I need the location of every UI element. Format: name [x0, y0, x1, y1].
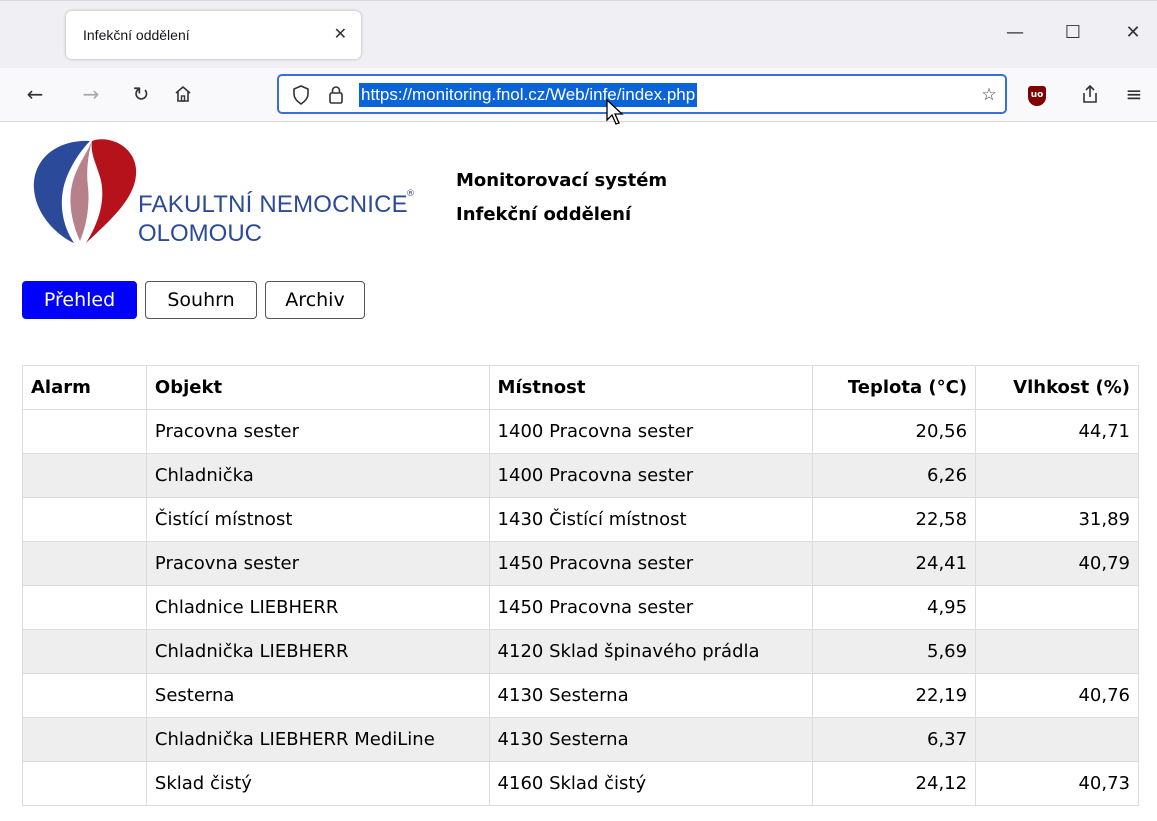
cell-temperature: 24,12	[812, 761, 977, 806]
page-title: Monitorovací systém	[456, 170, 668, 191]
shield-icon[interactable]	[289, 83, 313, 107]
mouse-cursor-icon	[606, 98, 624, 125]
browser-tab-bar: Infekční oddělení ✕ — ☐ ✕	[0, 0, 1157, 68]
cell-humidity: 44,71	[975, 409, 1139, 454]
logo-name-line2: OLOMOUC	[138, 220, 263, 247]
tab-close-icon[interactable]: ✕	[334, 11, 347, 59]
table-row: Čistící místnost 1430 Čistící místnost 22,…	[22, 497, 1139, 542]
menu-icon[interactable]: ≡	[1117, 77, 1151, 111]
cell-object: Chladnička LIEBHERR	[145, 629, 490, 674]
cell-room: 1450 Pracovna sester	[488, 541, 814, 586]
column-header-object: Objekt	[145, 365, 490, 410]
cell-humidity	[975, 629, 1139, 674]
nav-overview-button[interactable]: Přehled	[22, 281, 137, 319]
table-row: Pracovna sester 1450 Pracovna sester 24,41…	[22, 541, 1139, 586]
cell-temperature: 6,26	[812, 453, 977, 498]
cell-humidity: 40,76	[975, 673, 1139, 718]
cell-object: Sklad čistý	[145, 761, 490, 806]
cell-alarm	[22, 585, 147, 630]
bookmark-star-icon[interactable]: ☆	[977, 83, 1001, 107]
cell-room: 1430 Čistící místnost	[488, 497, 814, 542]
cell-object: Chladnička	[145, 453, 490, 498]
cell-humidity	[975, 453, 1139, 498]
cell-temperature: 20,56	[812, 409, 977, 454]
logo-registered-mark: ®	[406, 189, 415, 199]
cell-temperature: 6,37	[812, 717, 977, 762]
cell-object: Chladnice LIEBHERR	[145, 585, 490, 630]
column-header-room: Místnost	[488, 365, 814, 410]
cell-humidity: 40,73	[975, 761, 1139, 806]
back-icon[interactable]: ←	[18, 77, 52, 111]
table-row: Chladnice LIEBHERR 1450 Pracovna sester 4,…	[22, 585, 1139, 630]
table-row: Chladnička LIEBHERR 4120 Sklad špinavého …	[22, 629, 1139, 674]
cell-room: 1400 Pracovna sester	[488, 409, 814, 454]
cell-object: Čistící místnost	[145, 497, 490, 542]
cell-alarm	[22, 673, 147, 718]
cell-room: 4120 Sklad špinavého prádla	[488, 629, 814, 674]
url-text[interactable]: https://monitoring.fnol.cz/Web/infe/inde…	[359, 83, 698, 107]
cell-temperature: 4,95	[812, 585, 977, 630]
cell-object: Chladnička LIEBHERR MediLine	[145, 717, 490, 762]
cell-temperature: 22,58	[812, 497, 977, 542]
cell-room: 1400 Pracovna sester	[488, 453, 814, 498]
table-header-row: Alarm Objekt Místnost Teplota (°C) Vlhko…	[22, 365, 1139, 410]
cell-humidity: 40,79	[975, 541, 1139, 586]
browser-toolbar: ← → ↻ https://monitoring.fnol.cz/Web/inf…	[0, 68, 1157, 122]
cell-humidity	[975, 717, 1139, 762]
cell-alarm	[22, 541, 147, 586]
share-icon[interactable]	[1073, 77, 1107, 111]
sensor-table: Alarm Objekt Místnost Teplota (°C) Vlhko…	[22, 365, 1139, 806]
cell-room: 4160 Sklad čistý	[488, 761, 814, 806]
cell-room: 1450 Pracovna sester	[488, 585, 814, 630]
ublock-origin-icon[interactable]: uo	[1028, 86, 1046, 106]
cell-temperature: 5,69	[812, 629, 977, 674]
browser-tab[interactable]: Infekční oddělení ✕	[66, 11, 361, 59]
cell-room: 4130 Sesterna	[488, 673, 814, 718]
cell-temperature: 24,41	[812, 541, 977, 586]
cell-alarm	[22, 629, 147, 674]
tab-title: Infekční oddělení	[83, 27, 190, 43]
column-header-humidity: Vlhkost (%)	[975, 365, 1139, 410]
column-header-alarm: Alarm	[22, 365, 147, 410]
table-row: Chladnička LIEBHERR MediLine 4130 Sestern…	[22, 717, 1139, 762]
table-row: Sesterna 4130 Sesterna 22,19 40,76	[22, 673, 1139, 718]
cell-alarm	[22, 717, 147, 762]
table-row: Pracovna sester 1400 Pracovna sester 20,56…	[22, 409, 1139, 454]
cell-alarm	[22, 761, 147, 806]
lock-icon[interactable]	[324, 83, 348, 107]
close-window-button[interactable]: ✕	[1113, 13, 1153, 53]
forward-icon[interactable]: →	[74, 77, 108, 111]
page-subtitle: Infekční oddělení	[456, 204, 632, 225]
cell-temperature: 22,19	[812, 673, 977, 718]
cell-humidity: 31,89	[975, 497, 1139, 542]
cell-object: Pracovna sester	[145, 541, 490, 586]
nav-summary-button[interactable]: Souhrn	[145, 281, 257, 319]
cell-object: Sesterna	[145, 673, 490, 718]
minimize-button[interactable]: —	[995, 13, 1035, 53]
cell-alarm	[22, 497, 147, 542]
cell-room: 4130 Sesterna	[488, 717, 814, 762]
nav-archive-button[interactable]: Archiv	[265, 281, 365, 319]
home-icon[interactable]	[166, 77, 200, 111]
cell-alarm	[22, 453, 147, 498]
logo-name-line1: FAKULTNÍ NEMOCNICE	[138, 191, 408, 218]
maximize-button[interactable]: ☐	[1053, 13, 1093, 53]
address-bar[interactable]: https://monitoring.fnol.cz/Web/infe/inde…	[277, 74, 1007, 114]
column-header-temperature: Teplota (°C)	[812, 365, 977, 410]
reload-icon[interactable]: ↻	[124, 77, 158, 111]
cell-alarm	[22, 409, 147, 454]
table-row: Sklad čistý 4160 Sklad čistý 24,12 40,73	[22, 761, 1139, 806]
cell-object: Pracovna sester	[145, 409, 490, 454]
cell-humidity	[975, 585, 1139, 630]
table-row: Chladnička 1400 Pracovna sester 6,26	[22, 453, 1139, 498]
